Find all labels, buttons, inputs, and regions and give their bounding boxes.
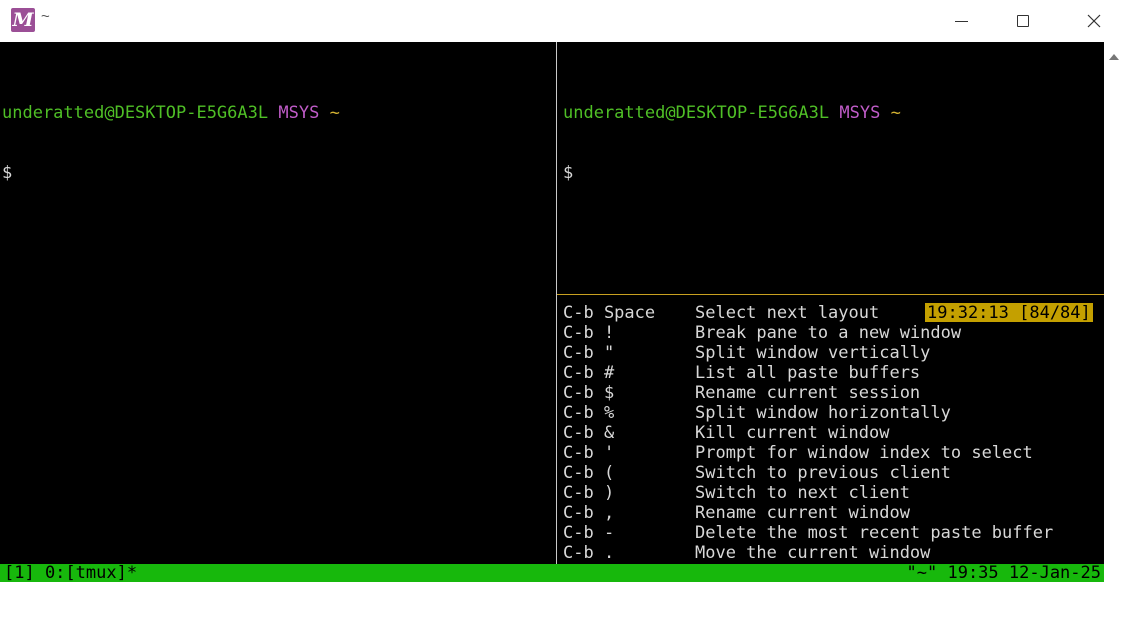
close-icon (1087, 14, 1101, 28)
system-name: MSYS (278, 103, 320, 123)
key-combo: C-b , (563, 503, 615, 523)
position-indicator: 19:32:13 [84/84] (925, 303, 1093, 323)
system-name: MSYS (839, 103, 881, 123)
key-combo: C-b ' (563, 443, 615, 463)
key-combo: C-b ) (563, 483, 615, 503)
current-directory: ~ (890, 103, 901, 123)
key-description: Switch to next client (695, 483, 910, 503)
key-combo: C-b . (563, 543, 615, 563)
prompt-line: underatted@DESKTOP-E5G6A3L MSYS ~ (2, 103, 554, 123)
minimize-button[interactable] (938, 0, 984, 42)
user-host: underatted@DESKTOP-E5G6A3L (2, 103, 269, 123)
maximize-icon (1017, 15, 1029, 27)
scroll-up-icon[interactable] (1109, 54, 1119, 60)
shell-prompt: $ (563, 163, 574, 183)
key-description: List all paste buffers (695, 363, 921, 383)
key-combo: C-b ( (563, 463, 615, 483)
key-description: Rename current window (695, 503, 910, 523)
key-combo: C-b ! (563, 323, 615, 343)
key-combo: C-b & (563, 423, 615, 443)
right-top-pane[interactable]: underatted@DESKTOP-E5G6A3L MSYS ~ $ (563, 63, 1103, 293)
key-bindings-list[interactable]: C-b Space Select next layout 19:32:13 [84… (563, 303, 1103, 565)
minimize-icon (954, 20, 968, 22)
scrollbar[interactable] (1104, 42, 1124, 582)
key-description: Prompt for window index to select (695, 443, 1033, 463)
key-description: Delete the most recent paste buffer (695, 523, 1054, 543)
mintty-logo-icon[interactable]: M (11, 8, 35, 32)
window-list[interactable]: [1] 0:[tmux]* (4, 564, 137, 582)
prompt-line: underatted@DESKTOP-E5G6A3L MSYS ~ (563, 103, 1103, 123)
key-combo: C-b % (563, 403, 615, 423)
active-pane-border[interactable] (557, 294, 1104, 295)
key-description: Kill current window (695, 423, 890, 443)
key-description: Split window horizontally (695, 403, 951, 423)
close-button[interactable] (1071, 0, 1117, 42)
key-description: Split window vertically (695, 343, 931, 363)
key-description: Select next layout (695, 303, 880, 323)
user-host: underatted@DESKTOP-E5G6A3L (563, 103, 830, 123)
key-description: Rename current session (695, 383, 921, 403)
key-description: Switch to previous client (695, 463, 951, 483)
current-directory: ~ (329, 103, 340, 123)
key-combo: C-b - (563, 523, 615, 543)
key-combo: C-b Space (563, 303, 656, 323)
pane-divider-vertical[interactable] (556, 42, 557, 564)
window-title: ~ (41, 8, 50, 25)
left-pane[interactable]: underatted@DESKTOP-E5G6A3L MSYS ~ $ (2, 63, 554, 563)
key-combo: C-b $ (563, 383, 615, 403)
status-right: "~" 19:35 12-Jan-25 (906, 563, 1101, 583)
terminal-area[interactable]: underatted@DESKTOP-E5G6A3L MSYS ~ $ unde… (0, 42, 1104, 582)
key-combo: C-b " (563, 343, 615, 363)
maximize-button[interactable] (1000, 0, 1046, 42)
key-description: Move the current window (695, 543, 931, 563)
key-description: Break pane to a new window (695, 323, 962, 343)
title-bar: M ~ (0, 0, 1124, 42)
shell-prompt: $ (2, 163, 13, 183)
key-combo: C-b # (563, 363, 615, 383)
tmux-status-bar: [1] 0:[tmux]* "~" 19:35 12-Jan-25 (0, 564, 1104, 582)
